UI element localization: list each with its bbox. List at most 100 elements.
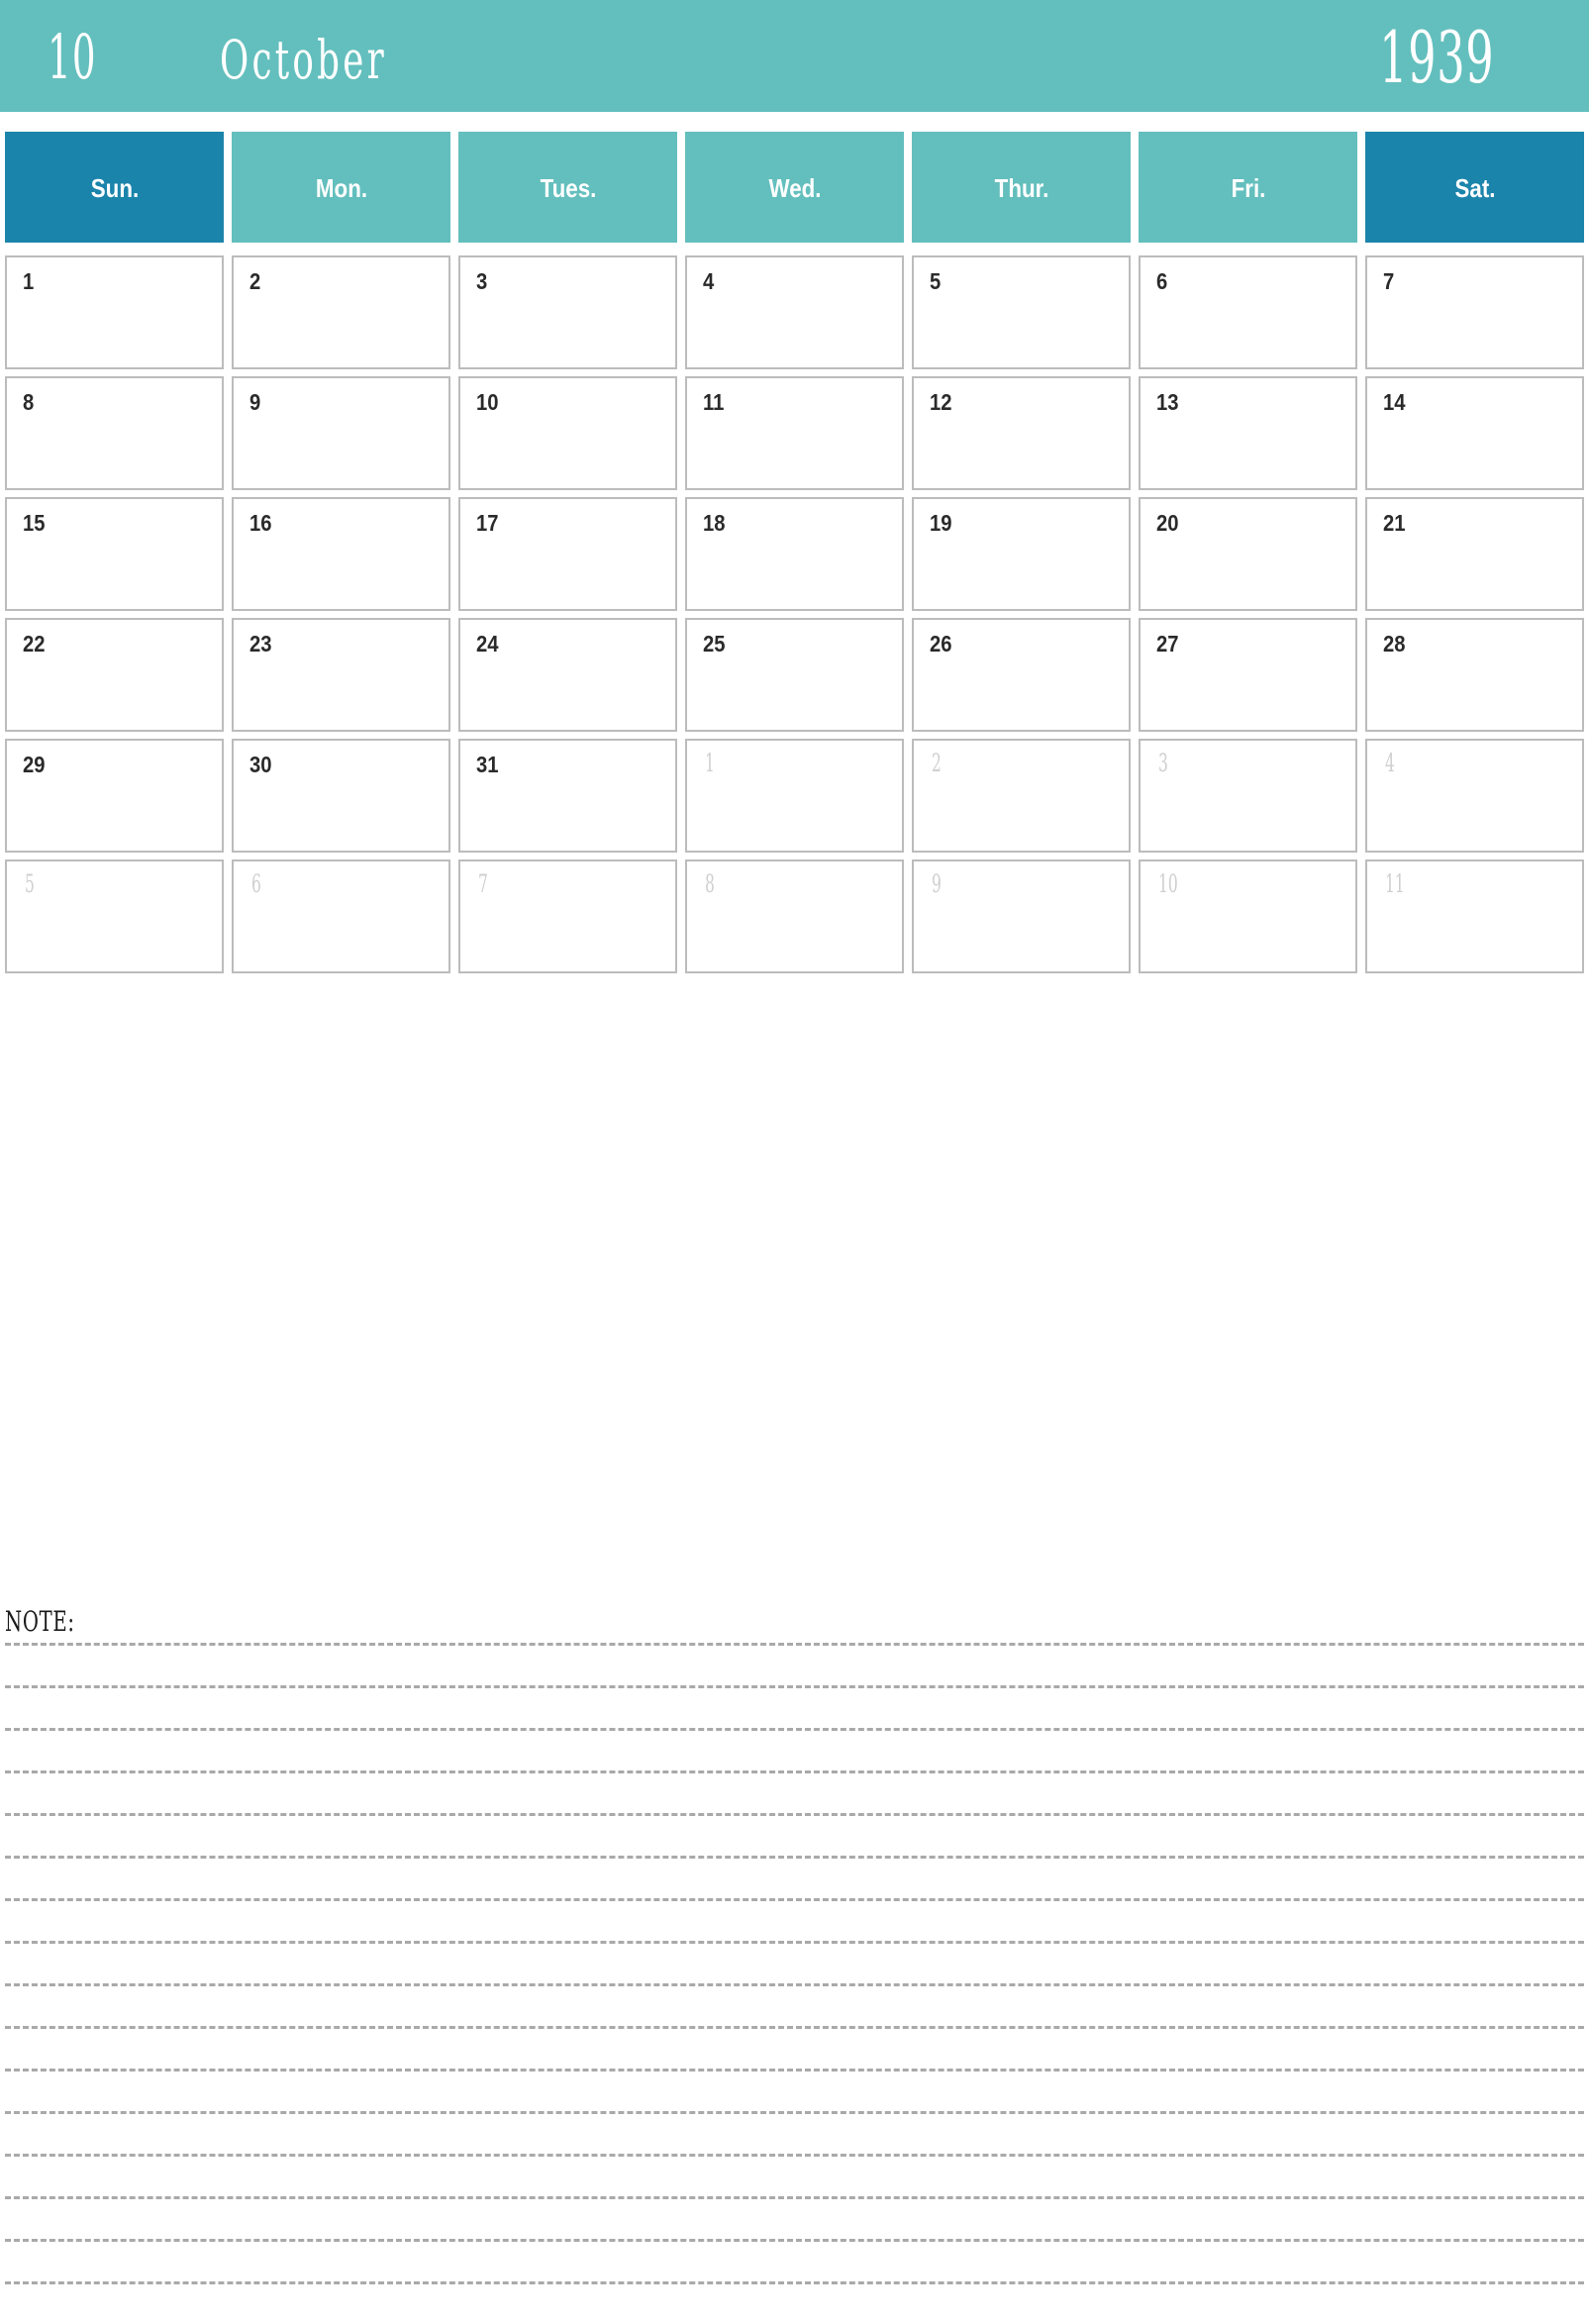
calendar-week-row: 1 2 3 4 5 6 7 [5, 255, 1584, 369]
date-number: 27 [1156, 631, 1179, 657]
note-line[interactable] [5, 2281, 1584, 2284]
note-line[interactable] [5, 2069, 1584, 2071]
calendar-week-row: 15 16 17 18 19 20 21 [5, 497, 1584, 611]
date-number: 19 [930, 510, 952, 536]
note-line[interactable] [5, 2196, 1584, 2199]
date-cell[interactable]: 29 [5, 739, 224, 853]
note-line[interactable] [5, 1813, 1584, 1816]
month-name: October [220, 29, 388, 91]
note-line[interactable] [5, 1983, 1584, 1986]
date-cell[interactable]: 17 [458, 497, 677, 611]
date-cell[interactable]: 4 [1365, 739, 1584, 853]
note-line[interactable] [5, 1856, 1584, 1859]
date-number: 1 [23, 268, 35, 294]
date-cell[interactable]: 3 [1139, 739, 1357, 853]
date-cell[interactable]: 11 [1365, 859, 1584, 973]
date-number: 30 [249, 752, 272, 777]
calendar-week-row: 5 6 7 8 9 10 11 [5, 859, 1584, 973]
date-cell[interactable]: 6 [1139, 255, 1357, 369]
date-cell[interactable]: 13 [1139, 376, 1357, 490]
date-number: 14 [1383, 389, 1406, 415]
date-number: 5 [25, 869, 35, 898]
date-number: 25 [703, 631, 726, 657]
note-line[interactable] [5, 1898, 1584, 1901]
date-cell[interactable]: 26 [912, 618, 1131, 732]
date-cell[interactable]: 8 [685, 859, 904, 973]
note-line[interactable] [5, 1728, 1584, 1731]
date-cell[interactable]: 10 [1139, 859, 1357, 973]
date-cell[interactable]: 2 [912, 739, 1131, 853]
note-line[interactable] [5, 1941, 1584, 1944]
date-cell[interactable]: 19 [912, 497, 1131, 611]
date-number: 4 [1385, 749, 1395, 777]
date-number: 15 [23, 510, 46, 536]
date-cell[interactable]: 30 [232, 739, 450, 853]
date-number: 8 [23, 389, 35, 415]
date-cell[interactable]: 9 [912, 859, 1131, 973]
date-cell[interactable]: 5 [5, 859, 224, 973]
date-cell[interactable]: 21 [1365, 497, 1584, 611]
weekday-label: Thur. [994, 173, 1048, 203]
date-number: 9 [249, 389, 261, 415]
note-line[interactable] [5, 1643, 1584, 1646]
date-cell[interactable]: 22 [5, 618, 224, 732]
weekday-label: Sat. [1453, 173, 1496, 203]
date-number: 20 [1156, 510, 1179, 536]
date-number: 5 [930, 268, 942, 294]
date-cell[interactable]: 8 [5, 376, 224, 490]
date-cell[interactable]: 11 [685, 376, 904, 490]
date-number: 6 [1156, 268, 1168, 294]
note-lines[interactable] [5, 1643, 1584, 2324]
note-line[interactable] [5, 2026, 1584, 2029]
date-cell[interactable]: 2 [232, 255, 450, 369]
date-cell[interactable]: 28 [1365, 618, 1584, 732]
date-cell[interactable]: 10 [458, 376, 677, 490]
date-cell[interactable]: 1 [5, 255, 224, 369]
note-line[interactable] [5, 2239, 1584, 2242]
date-number: 21 [1383, 510, 1406, 536]
date-cell[interactable]: 18 [685, 497, 904, 611]
date-cell[interactable]: 1 [685, 739, 904, 853]
note-line[interactable] [5, 1770, 1584, 1773]
date-number: 24 [476, 631, 499, 657]
date-number: 10 [476, 389, 499, 415]
calendar-week-row: 8 9 10 11 12 13 14 [5, 376, 1584, 490]
note-line[interactable] [5, 2111, 1584, 2114]
date-number: 1 [705, 749, 715, 777]
note-label: NOTE: [5, 1605, 75, 1638]
date-cell[interactable]: 27 [1139, 618, 1357, 732]
date-cell[interactable]: 31 [458, 739, 677, 853]
date-cell[interactable]: 23 [232, 618, 450, 732]
date-cell[interactable]: 14 [1365, 376, 1584, 490]
calendar-week-row: 29 30 31 1 2 3 4 [5, 739, 1584, 853]
date-number: 22 [23, 631, 46, 657]
date-number: 9 [932, 869, 942, 898]
weekday-header-fri: Fri. [1139, 132, 1357, 243]
date-cell[interactable]: 20 [1139, 497, 1357, 611]
date-cell[interactable]: 25 [685, 618, 904, 732]
date-number: 8 [705, 869, 715, 898]
date-cell[interactable]: 12 [912, 376, 1131, 490]
date-cell[interactable]: 5 [912, 255, 1131, 369]
date-cell[interactable]: 9 [232, 376, 450, 490]
note-line[interactable] [5, 1685, 1584, 1688]
date-number: 28 [1383, 631, 1406, 657]
date-cell[interactable]: 16 [232, 497, 450, 611]
calendar-grid: Sun. Mon. Tues. Wed. Thur. Fri. Sat. 123456789… [5, 132, 1584, 980]
date-cell[interactable]: 6 [232, 859, 450, 973]
weekday-label: Sun. [90, 173, 139, 203]
date-number: 3 [476, 268, 488, 294]
date-cell[interactable]: 4 [685, 255, 904, 369]
note-line[interactable] [5, 2154, 1584, 2157]
date-number: 18 [703, 510, 726, 536]
date-cell[interactable]: 24 [458, 618, 677, 732]
date-cell[interactable]: 15 [5, 497, 224, 611]
date-cell[interactable]: 7 [1365, 255, 1584, 369]
weekday-header-row: Sun. Mon. Tues. Wed. Thur. Fri. Sat. [5, 132, 1584, 243]
date-number: 11 [1385, 869, 1405, 898]
date-cell[interactable]: 3 [458, 255, 677, 369]
date-cell[interactable]: 7 [458, 859, 677, 973]
date-number: 6 [251, 869, 261, 898]
weekday-header-mon: Mon. [232, 132, 450, 243]
weekday-header-sun: Sun. [5, 132, 224, 243]
